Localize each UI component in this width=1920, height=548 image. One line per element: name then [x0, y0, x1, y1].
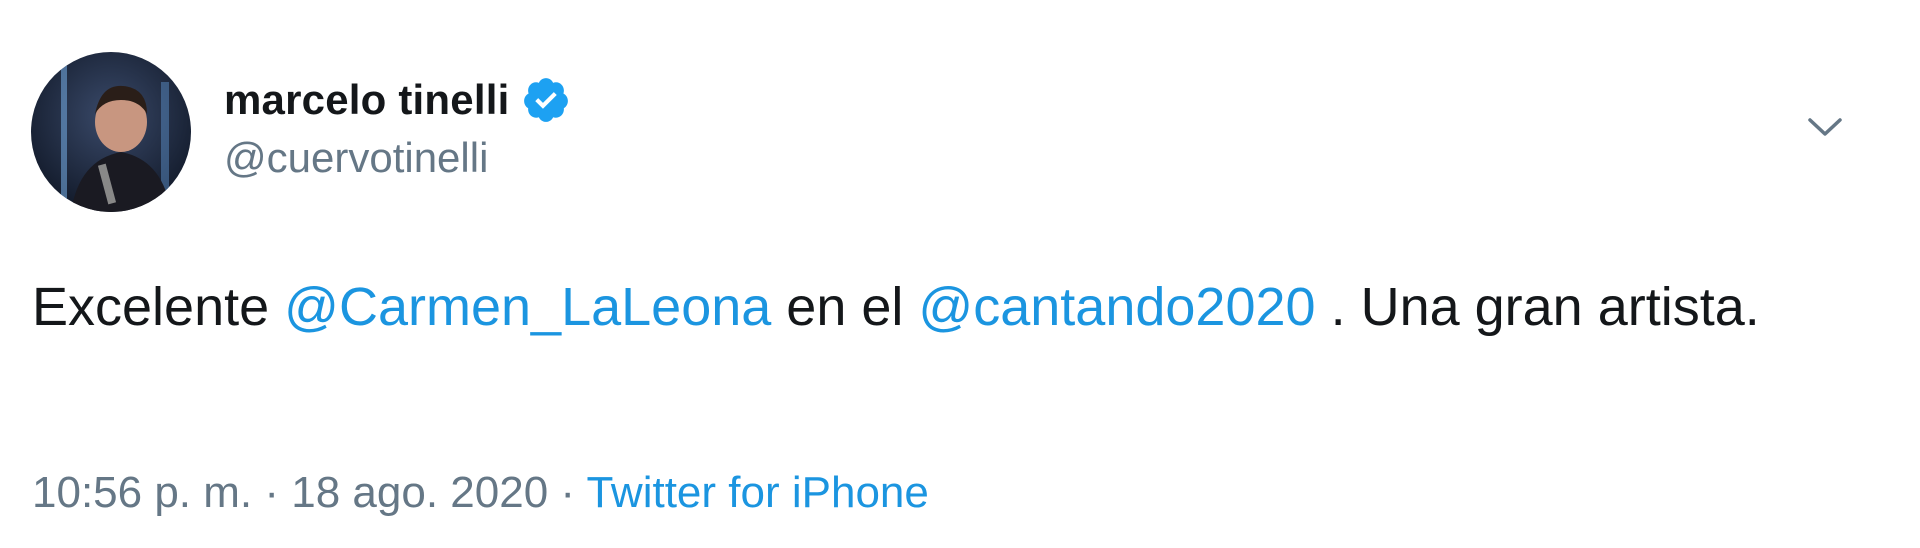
tweet-text-part: Excelente — [32, 277, 285, 337]
chevron-down-icon — [1808, 118, 1842, 136]
tweet-text: Excelente @Carmen_LaLeona en el @cantand… — [32, 268, 1832, 346]
tweet-time[interactable]: 10:56 p. m. — [32, 468, 252, 517]
meta-separator: · — [252, 468, 292, 517]
user-avatar[interactable] — [31, 52, 191, 212]
verified-badge-icon — [521, 75, 571, 125]
user-names: marcelo tinelli @cuervotinelli — [224, 72, 571, 182]
tweet-text-part: . Una gran artista. — [1315, 277, 1760, 337]
display-name[interactable]: marcelo tinelli — [224, 76, 509, 124]
tweet-menu-button[interactable] — [1800, 108, 1850, 148]
tweet-source-link[interactable]: Twitter for iPhone — [586, 468, 928, 517]
meta-separator: · — [548, 468, 587, 517]
tweet-date[interactable]: 18 ago. 2020 — [291, 468, 548, 517]
display-name-row: marcelo tinelli — [224, 72, 571, 128]
avatar-icon — [31, 52, 191, 212]
tweet-card: marcelo tinelli @cuervotinelli Excelente… — [0, 0, 1920, 548]
mention-link[interactable]: @Carmen_LaLeona — [284, 277, 771, 337]
tweet-meta: 10:56 p. m. · 18 ago. 2020 · Twitter for… — [32, 468, 929, 518]
user-handle[interactable]: @cuervotinelli — [224, 134, 571, 182]
mention-link[interactable]: @cantando2020 — [918, 277, 1315, 337]
tweet-text-part: en el — [771, 277, 919, 337]
